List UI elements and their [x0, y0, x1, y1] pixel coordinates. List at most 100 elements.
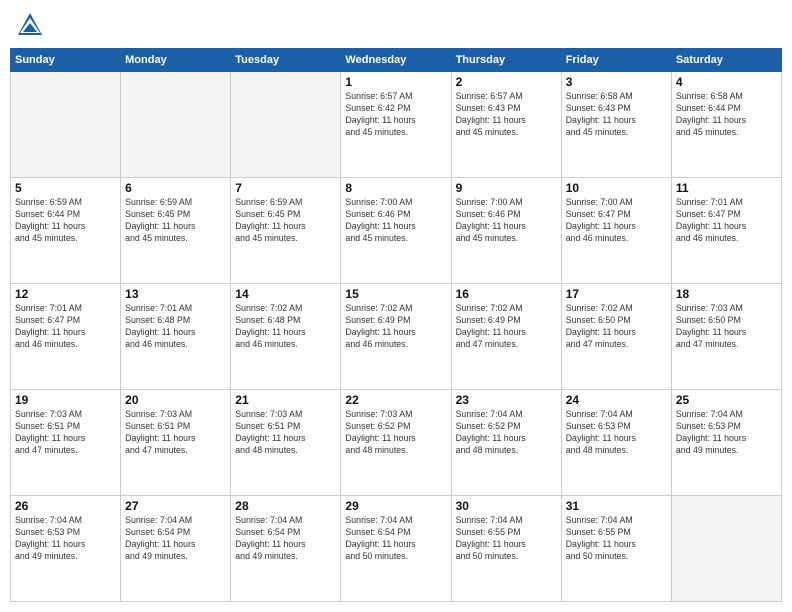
calendar-cell: 25 Sunrise: 7:04 AM Sunset: 6:53 PM Dayli… [671, 390, 781, 496]
logo-icon [15, 10, 45, 40]
calendar-cell: 28 Sunrise: 7:04 AM Sunset: 6:54 PM Dayli… [231, 496, 341, 602]
day-info: Sunrise: 7:03 AM Sunset: 6:50 PM Dayligh… [676, 303, 777, 351]
day-header-wednesday: Wednesday [341, 49, 451, 72]
day-number: 8 [345, 181, 446, 195]
day-info: Sunrise: 6:58 AM Sunset: 6:43 PM Dayligh… [566, 91, 667, 139]
day-info: Sunrise: 7:04 AM Sunset: 6:54 PM Dayligh… [125, 515, 226, 563]
day-header-monday: Monday [121, 49, 231, 72]
calendar-cell: 30 Sunrise: 7:04 AM Sunset: 6:55 PM Dayli… [451, 496, 561, 602]
day-info: Sunrise: 7:03 AM Sunset: 6:51 PM Dayligh… [125, 409, 226, 457]
day-number: 17 [566, 287, 667, 301]
day-info: Sunrise: 6:59 AM Sunset: 6:44 PM Dayligh… [15, 197, 116, 245]
day-header-sunday: Sunday [11, 49, 121, 72]
day-number: 2 [456, 75, 557, 89]
day-number: 10 [566, 181, 667, 195]
day-number: 16 [456, 287, 557, 301]
day-number: 4 [676, 75, 777, 89]
day-header-thursday: Thursday [451, 49, 561, 72]
calendar-cell: 1 Sunrise: 6:57 AM Sunset: 6:42 PM Daylig… [341, 72, 451, 178]
calendar-week-2: 5Sunrise: 6:59 AM Sunset: 6:44 PM Daylig… [11, 178, 782, 284]
day-number: 27 [125, 499, 226, 513]
day-number: 25 [676, 393, 777, 407]
calendar-cell: 19 Sunrise: 7:03 AM Sunset: 6:51 PM Dayli… [11, 390, 121, 496]
calendar-cell [11, 72, 121, 178]
calendar-cell: 13 Sunrise: 7:01 AM Sunset: 6:48 PM Dayli… [121, 284, 231, 390]
day-info: Sunrise: 7:04 AM Sunset: 6:54 PM Dayligh… [345, 515, 446, 563]
day-number: 18 [676, 287, 777, 301]
calendar-cell: 24 Sunrise: 7:04 AM Sunset: 6:53 PM Dayli… [561, 390, 671, 496]
calendar-cell: 3Sunrise: 6:58 AM Sunset: 6:43 PM Daylig… [561, 72, 671, 178]
calendar-cell: 18 Sunrise: 7:03 AM Sunset: 6:50 PM Dayli… [671, 284, 781, 390]
day-number: 31 [566, 499, 667, 513]
calendar-week-4: 19 Sunrise: 7:03 AM Sunset: 6:51 PM Dayli… [11, 390, 782, 496]
day-info: Sunrise: 6:59 AM Sunset: 6:45 PM Dayligh… [235, 197, 336, 245]
calendar-week-5: 26 Sunrise: 7:04 AM Sunset: 6:53 PM Dayli… [11, 496, 782, 602]
day-info: Sunrise: 7:04 AM Sunset: 6:53 PM Dayligh… [15, 515, 116, 563]
day-number: 28 [235, 499, 336, 513]
calendar-table: SundayMondayTuesdayWednesdayThursdayFrid… [10, 48, 782, 602]
day-info: Sunrise: 7:04 AM Sunset: 6:55 PM Dayligh… [456, 515, 557, 563]
calendar-cell: 27 Sunrise: 7:04 AM Sunset: 6:54 PM Dayli… [121, 496, 231, 602]
day-info: Sunrise: 7:04 AM Sunset: 6:53 PM Dayligh… [676, 409, 777, 457]
calendar-cell: 8Sunrise: 7:00 AM Sunset: 6:46 PM Daylig… [341, 178, 451, 284]
calendar-cell: 2Sunrise: 6:57 AM Sunset: 6:43 PM Daylig… [451, 72, 561, 178]
day-info: Sunrise: 7:00 AM Sunset: 6:47 PM Dayligh… [566, 197, 667, 245]
calendar-cell: 31 Sunrise: 7:04 AM Sunset: 6:55 PM Dayli… [561, 496, 671, 602]
day-number: 15 [345, 287, 446, 301]
calendar-cell: 20Sunrise: 7:03 AM Sunset: 6:51 PM Dayli… [121, 390, 231, 496]
calendar-cell: 22Sunrise: 7:03 AM Sunset: 6:52 PM Dayli… [341, 390, 451, 496]
header [10, 10, 782, 40]
day-number: 26 [15, 499, 116, 513]
calendar-cell: 23Sunrise: 7:04 AM Sunset: 6:52 PM Dayli… [451, 390, 561, 496]
day-info: Sunrise: 7:01 AM Sunset: 6:48 PM Dayligh… [125, 303, 226, 351]
calendar-cell: 5Sunrise: 6:59 AM Sunset: 6:44 PM Daylig… [11, 178, 121, 284]
day-info: Sunrise: 7:04 AM Sunset: 6:55 PM Dayligh… [566, 515, 667, 563]
calendar-header-row: SundayMondayTuesdayWednesdayThursdayFrid… [11, 49, 782, 72]
calendar-week-3: 12Sunrise: 7:01 AM Sunset: 6:47 PM Dayli… [11, 284, 782, 390]
calendar-cell: 7 Sunrise: 6:59 AM Sunset: 6:45 PM Daylig… [231, 178, 341, 284]
day-info: Sunrise: 7:02 AM Sunset: 6:50 PM Dayligh… [566, 303, 667, 351]
day-number: 19 [15, 393, 116, 407]
day-info: Sunrise: 7:01 AM Sunset: 6:47 PM Dayligh… [676, 197, 777, 245]
calendar-cell [231, 72, 341, 178]
calendar-cell [121, 72, 231, 178]
day-info: Sunrise: 6:59 AM Sunset: 6:45 PM Dayligh… [125, 197, 226, 245]
calendar-cell: 4 Sunrise: 6:58 AM Sunset: 6:44 PM Daylig… [671, 72, 781, 178]
calendar-cell: 21 Sunrise: 7:03 AM Sunset: 6:51 PM Dayli… [231, 390, 341, 496]
day-info: Sunrise: 7:02 AM Sunset: 6:49 PM Dayligh… [456, 303, 557, 351]
calendar-cell: 9Sunrise: 7:00 AM Sunset: 6:46 PM Daylig… [451, 178, 561, 284]
day-info: Sunrise: 7:04 AM Sunset: 6:53 PM Dayligh… [566, 409, 667, 457]
calendar-cell: 14 Sunrise: 7:02 AM Sunset: 6:48 PM Dayli… [231, 284, 341, 390]
day-info: Sunrise: 7:03 AM Sunset: 6:51 PM Dayligh… [235, 409, 336, 457]
logo [15, 10, 49, 40]
day-number: 12 [15, 287, 116, 301]
day-info: Sunrise: 7:00 AM Sunset: 6:46 PM Dayligh… [456, 197, 557, 245]
day-number: 30 [456, 499, 557, 513]
day-number: 24 [566, 393, 667, 407]
day-number: 13 [125, 287, 226, 301]
day-number: 23 [456, 393, 557, 407]
day-number: 21 [235, 393, 336, 407]
day-number: 29 [345, 499, 446, 513]
day-info: Sunrise: 7:04 AM Sunset: 6:54 PM Dayligh… [235, 515, 336, 563]
day-number: 1 [345, 75, 446, 89]
day-number: 7 [235, 181, 336, 195]
day-info: Sunrise: 7:02 AM Sunset: 6:48 PM Dayligh… [235, 303, 336, 351]
day-header-saturday: Saturday [671, 49, 781, 72]
day-info: Sunrise: 6:57 AM Sunset: 6:42 PM Dayligh… [345, 91, 446, 139]
page: SundayMondayTuesdayWednesdayThursdayFrid… [0, 0, 792, 612]
calendar-cell: 6 Sunrise: 6:59 AM Sunset: 6:45 PM Daylig… [121, 178, 231, 284]
calendar-cell: 11 Sunrise: 7:01 AM Sunset: 6:47 PM Dayli… [671, 178, 781, 284]
day-info: Sunrise: 7:03 AM Sunset: 6:52 PM Dayligh… [345, 409, 446, 457]
day-number: 14 [235, 287, 336, 301]
calendar-cell: 16 Sunrise: 7:02 AM Sunset: 6:49 PM Dayli… [451, 284, 561, 390]
day-header-friday: Friday [561, 49, 671, 72]
day-header-tuesday: Tuesday [231, 49, 341, 72]
day-info: Sunrise: 7:03 AM Sunset: 6:51 PM Dayligh… [15, 409, 116, 457]
day-info: Sunrise: 6:58 AM Sunset: 6:44 PM Dayligh… [676, 91, 777, 139]
calendar-week-1: 1 Sunrise: 6:57 AM Sunset: 6:42 PM Daylig… [11, 72, 782, 178]
calendar-cell [671, 496, 781, 602]
calendar-cell: 12Sunrise: 7:01 AM Sunset: 6:47 PM Dayli… [11, 284, 121, 390]
day-number: 11 [676, 181, 777, 195]
day-number: 6 [125, 181, 226, 195]
